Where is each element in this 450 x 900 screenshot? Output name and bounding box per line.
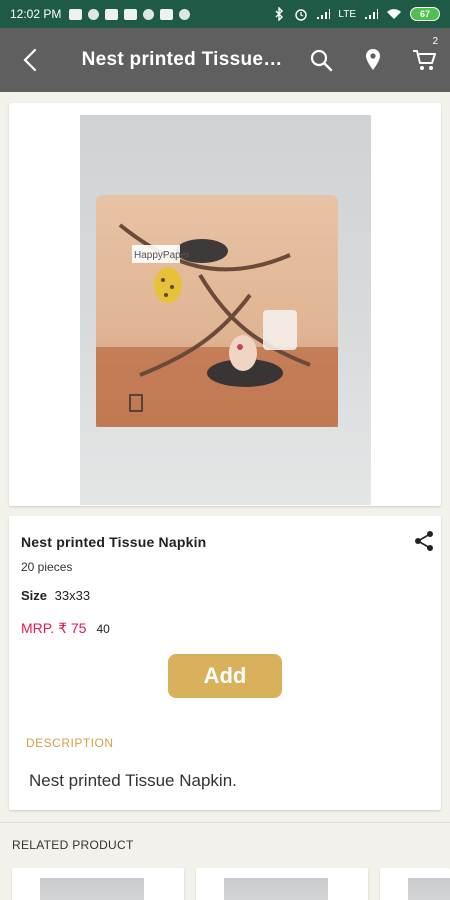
napkin-package-illustration: HappyPaper — [96, 195, 338, 427]
location-pin-icon — [365, 49, 380, 70]
size-label: Size — [21, 588, 48, 603]
package-brand-text: HappyPaper — [134, 250, 190, 261]
status-right: LTE 67 — [272, 7, 440, 21]
mrp-price: MRP. ₹ 75 — [21, 620, 87, 636]
share-icon — [415, 531, 433, 551]
related-product-card[interactable] — [12, 868, 184, 900]
app-bar: Nest printed Tissue Napkin 2 — [0, 28, 450, 92]
status-time: 12:02 PM — [10, 7, 62, 21]
back-button[interactable] — [0, 28, 60, 92]
related-products-heading: RELATED PRODUCT — [12, 838, 134, 852]
gallery-notification-icon — [69, 8, 83, 20]
signal-icon-2 — [365, 9, 378, 19]
location-button[interactable] — [347, 28, 399, 92]
description-text: Nest printed Tissue Napkin. — [29, 771, 237, 790]
network-type: LTE — [338, 8, 356, 20]
search-button[interactable] — [295, 28, 347, 92]
related-product-card[interactable] — [196, 868, 368, 900]
product-pieces: 20 pieces — [21, 560, 73, 574]
related-product-card[interactable] — [380, 868, 450, 900]
product-name: Nest printed Tissue Napkin — [21, 534, 207, 550]
product-image-card: HappyPaper — [9, 103, 441, 506]
related-product-thumbnail — [408, 878, 450, 900]
add-to-cart-button[interactable]: Add — [168, 654, 282, 698]
signal-icon — [317, 9, 331, 19]
page-title: Nest printed Tissue Napkin — [81, 49, 286, 70]
cart-button[interactable]: 2 — [398, 28, 450, 92]
selling-price: 40 — [96, 622, 110, 636]
section-divider — [0, 822, 450, 823]
search-icon — [310, 49, 333, 72]
battery-level: 67 — [419, 9, 430, 19]
app-notification-icon — [88, 8, 100, 20]
battery-icon: 67 — [410, 7, 440, 21]
alarm-icon — [295, 9, 308, 21]
app-notification-icon-2 — [179, 8, 191, 20]
product-size: Size 33x33 — [21, 588, 90, 603]
wifi-icon — [387, 9, 401, 19]
message-notification-icon — [124, 8, 138, 20]
product-info-card: Nest printed Tissue Napkin 20 pieces Siz… — [9, 516, 441, 810]
facebook-notification-icon — [105, 8, 119, 20]
related-product-thumbnail — [224, 878, 328, 900]
product-price: MRP. ₹ 75 40 — [21, 620, 110, 637]
status-bar: 12:02 PM LTE 67 — [0, 0, 450, 28]
product-photo[interactable]: HappyPaper — [80, 115, 371, 505]
related-product-thumbnail — [40, 878, 144, 900]
whatsapp-notification-icon — [143, 8, 155, 20]
size-value: 33x33 — [54, 588, 91, 603]
share-button[interactable] — [411, 528, 437, 554]
instagram-notification-icon — [160, 8, 174, 20]
bluetooth-icon — [275, 7, 284, 21]
status-left: 12:02 PM — [10, 7, 191, 21]
cart-count-badge: 2 — [432, 36, 438, 47]
description-heading: DESCRIPTION — [26, 736, 114, 750]
back-icon — [23, 48, 36, 72]
cart-icon — [413, 50, 437, 70]
